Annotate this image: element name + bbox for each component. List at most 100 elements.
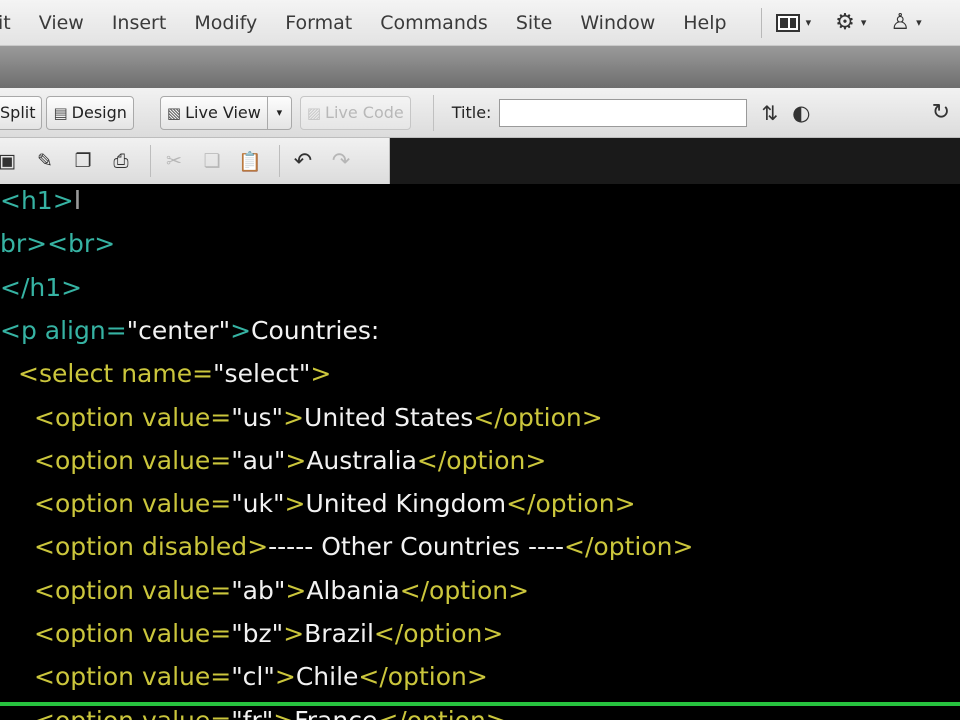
workspace-menu[interactable]: ♙ ▾ (890, 9, 922, 35)
code-token-tag-opt: <option (34, 706, 142, 720)
workspace-icon: ♙ (890, 9, 911, 35)
code-token-tag-opt: </option> (377, 706, 506, 720)
text-cursor-icon: I (73, 186, 82, 216)
split-view-button[interactable]: Split (0, 95, 43, 130)
code-token-attr-opt: value= (141, 662, 232, 692)
live-code-button[interactable]: ▨ Live Code (299, 95, 411, 130)
code-token-tag-opt: > (285, 445, 307, 475)
preview-browser-icon[interactable]: ◐ (792, 101, 810, 125)
code-line[interactable]: </h1> (0, 266, 82, 309)
title-input[interactable] (499, 98, 748, 127)
code-token-txt: United Kingdom (305, 489, 507, 519)
code-line[interactable]: <option value="au">Australia</option> (34, 439, 546, 482)
gear-icon: ⚙ (835, 9, 855, 35)
code-token-tag-opt: <option (34, 445, 142, 475)
code-line[interactable]: br><br> (0, 222, 115, 265)
menu-bar: it View Insert Modify Format Commands Si… (0, 0, 960, 46)
menu-format[interactable]: Format (285, 12, 352, 34)
code-token-tag-opt: </option> (399, 575, 530, 605)
paste-icon[interactable]: 📋 (237, 150, 263, 173)
menu-separator (760, 7, 762, 38)
code-token-tag-opt: > (284, 489, 306, 519)
code-token-txt: United States (304, 402, 474, 432)
redo-icon[interactable]: ↷ (328, 149, 354, 174)
cut-icon[interactable]: ✂ (161, 150, 187, 172)
code-line[interactable]: <p align="center">Countries: (0, 309, 379, 352)
code-token-txt: Albania (306, 575, 400, 605)
code-token-tag-opt: <option (34, 575, 142, 605)
code-token-str: "us" (231, 402, 284, 432)
file-management-icon[interactable]: ⇅ (761, 101, 778, 125)
code-token-tag-opt: > (247, 532, 269, 562)
code-token-str: "fr" (231, 706, 273, 720)
code-token-tag-opt: <option (34, 402, 142, 432)
menu-view[interactable]: View (39, 12, 84, 34)
menu-commands[interactable]: Commands (380, 12, 488, 34)
code-token-txt: Countries: (251, 315, 380, 345)
code-token-txt: France (294, 706, 377, 720)
design-icon: ▤ (53, 103, 68, 122)
document-toolbar: Split ▤ Design ▧ Live View ▾ ▨ Live Code… (0, 88, 960, 138)
code-token-attr-opt: value= (142, 706, 231, 720)
standard-toolbar: ▣ ✎ ❐ ⎙ ✂ ❏ 📋 ↶ ↷ (0, 138, 390, 184)
undo-icon[interactable]: ↶ (290, 149, 316, 174)
code-token-attr-opt: value= (141, 402, 232, 432)
document-tab-strip (0, 46, 960, 88)
menu-window[interactable]: Window (580, 12, 655, 34)
code-line[interactable]: <option value="uk">United Kingdom</optio… (34, 482, 636, 525)
save-icon[interactable]: ▣ (0, 150, 20, 172)
code-token-tag-opt: > (285, 575, 307, 605)
save-all-icon[interactable]: ✎ (32, 150, 58, 172)
code-token-tag-opt: > (283, 619, 305, 648)
toolbar-separator (150, 145, 151, 177)
menu-site[interactable]: Site (516, 12, 552, 34)
code-line[interactable]: <option value="bz">Brazil</option> (34, 612, 503, 655)
code-editor[interactable]: <h1>I br><br> </h1> <p align="center">Count… (0, 184, 960, 720)
extensions-menu[interactable]: ⚙ ▾ (835, 9, 867, 35)
code-line[interactable]: <option disabled>----- Other Countries -… (34, 525, 693, 568)
menu-insert[interactable]: Insert (112, 12, 167, 34)
split-label: Split (0, 103, 36, 122)
layout-menu[interactable]: ▾ (775, 13, 811, 32)
code-token-tag: <h1> (0, 186, 74, 215)
code-token-tag-opt: </option> (416, 445, 547, 475)
design-view-button[interactable]: ▤ Design (46, 95, 134, 130)
code-token-str: "center" (126, 315, 231, 345)
refresh-icon[interactable]: ↻ (932, 100, 950, 125)
code-token-tag: </h1> (0, 272, 83, 302)
toolbar-separator (279, 145, 280, 177)
design-label: Design (71, 103, 127, 122)
live-view-dropdown[interactable]: ▾ (267, 95, 292, 130)
chevron-down-icon: ▾ (276, 106, 283, 119)
menu-help[interactable]: Help (683, 12, 726, 34)
copy-icon[interactable]: ❏ (199, 150, 225, 172)
code-line[interactable]: <option value="us">United States</option… (34, 396, 603, 439)
code-token-tag-opt: > (274, 662, 296, 692)
code-token-tag-opt: > (310, 359, 332, 389)
code-token-tag-opt: </option> (506, 489, 636, 519)
code-token-txt: Australia (306, 445, 417, 475)
copy-file-icon[interactable]: ❐ (70, 150, 96, 172)
code-token-str: "cl" (231, 662, 275, 692)
code-token-txt: Chile (295, 662, 359, 692)
live-view-button[interactable]: ▧ Live View (159, 95, 268, 130)
code-token-tag: br><br> (0, 229, 116, 259)
live-code-label: Live Code (325, 103, 404, 122)
code-token-str: "uk" (231, 489, 285, 519)
code-token-tag: <p (0, 315, 45, 345)
code-line[interactable]: <select name="select"> (18, 352, 331, 395)
code-line[interactable]: <option value="cl">Chile</option> (34, 655, 488, 698)
code-line[interactable]: <option value="ab">Albania</option> (34, 569, 529, 612)
code-line[interactable]: <h1>I (0, 184, 81, 222)
code-token-attr-opt: value= (141, 445, 232, 475)
menu-modify[interactable]: Modify (194, 12, 257, 34)
menu-edit[interactable]: it (0, 12, 11, 34)
code-token-str: "ab" (231, 575, 286, 605)
live-code-icon: ▨ (306, 103, 322, 122)
chevron-down-icon: ▾ (916, 16, 922, 29)
code-token-attr-opt: value= (141, 619, 232, 648)
print-icon[interactable]: ⎙ (108, 150, 134, 172)
code-token-attr-opt: value= (141, 575, 232, 605)
chevron-down-icon: ▾ (860, 16, 867, 29)
code-token-txt: ----- Other Countries ---- (268, 532, 565, 562)
